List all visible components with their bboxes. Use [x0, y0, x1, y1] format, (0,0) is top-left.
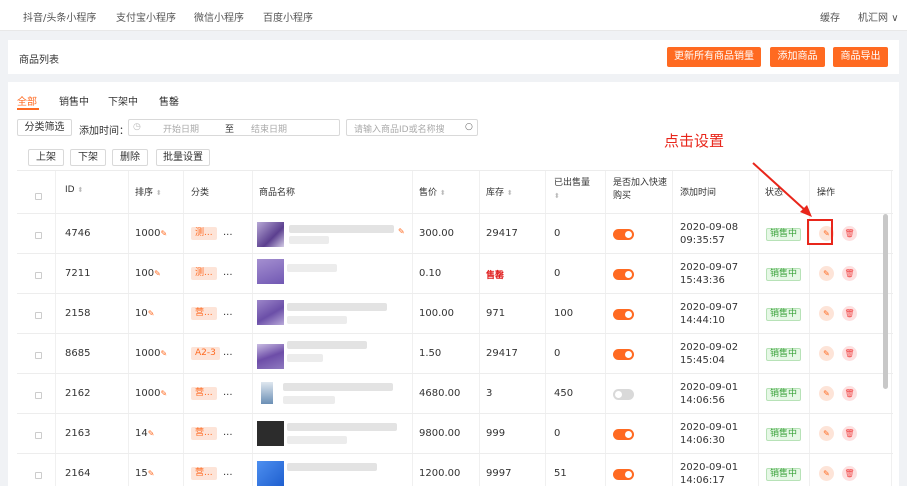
highlight-box: [807, 219, 833, 245]
annotation-arrow: [752, 162, 812, 217]
